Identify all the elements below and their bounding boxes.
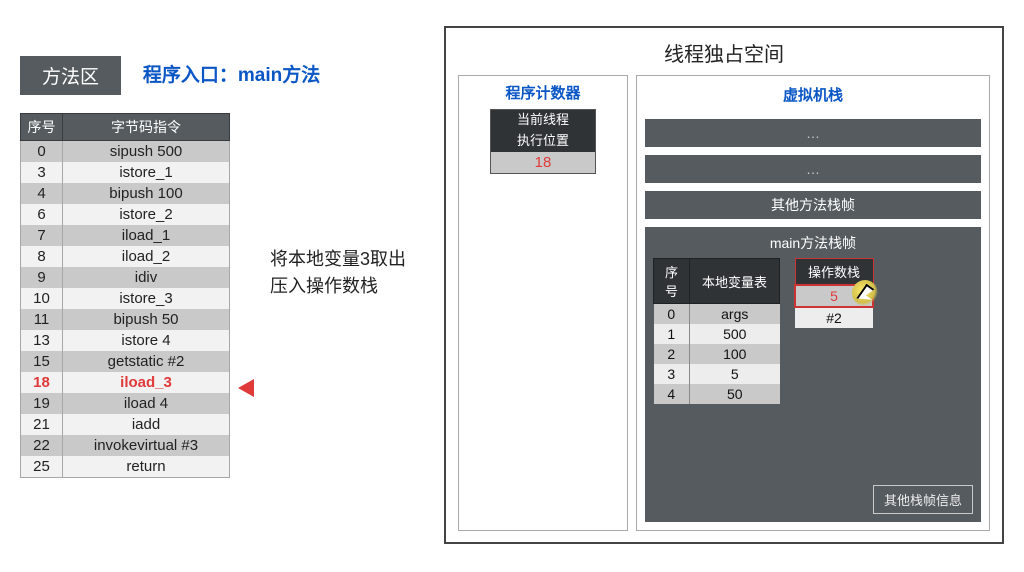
opstack-row: 5 [795,285,873,307]
locals-idx: 2 [654,344,690,364]
locals-idx: 4 [654,384,690,404]
bytecode-idx: 0 [21,141,63,163]
bytecode-instr: sipush 500 [63,141,230,163]
bytecode-idx: 10 [21,288,63,309]
thread-panel: 线程独占空间 程序计数器 当前线程 执行位置 18 虚拟机栈 … … 其他方法栈… [444,26,1004,544]
opstack-row: #2 [795,307,873,328]
bytecode-row: 8iload_2 [21,246,230,267]
locals-col-idx: 序号 [654,259,690,304]
pc-hdr2: 执行位置 [491,131,595,152]
bytecode-row: 25return [21,456,230,478]
col-instr: 字节码指令 [63,114,230,141]
bytecode-idx: 11 [21,309,63,330]
bytecode-row: 19iload 4 [21,393,230,414]
pc-inner: 当前线程 执行位置 18 [490,109,596,174]
opstack-val: #2 [795,307,873,328]
locals-val: 5 [690,364,780,384]
locals-col-name: 本地变量表 [690,259,780,304]
bytecode-instr: bipush 100 [63,183,230,204]
current-instruction-pointer-icon [238,379,254,397]
thread-panel-title: 线程独占空间 [446,28,1002,75]
bytecode-row: 22invokevirtual #3 [21,435,230,456]
locals-idx: 3 [654,364,690,384]
entry-label: 程序入口：main方法 [143,56,320,87]
bytecode-idx: 8 [21,246,63,267]
bytecode-instr: istore_3 [63,288,230,309]
annotation-line2: 压入操作数栈 [270,273,406,300]
opstack-val: 5 [795,285,873,307]
locals-val: args [690,304,780,325]
operand-stack-wrap: 操作数栈 5#2 [794,258,874,328]
opstack-header: 操作数栈 [795,259,873,286]
left-panel: 方法区 程序入口：main方法 序号 字节码指令 0sipush 5003ist… [20,56,440,478]
main-frame: main方法栈帧 序号 本地变量表 0args1500210035450 [645,227,981,522]
locals-val: 500 [690,324,780,344]
bytecode-idx: 4 [21,183,63,204]
bytecode-idx: 7 [21,225,63,246]
bytecode-instr: invokevirtual #3 [63,435,230,456]
bytecode-idx: 21 [21,414,63,435]
bytecode-instr: return [63,456,230,478]
bytecode-instr: istore 4 [63,330,230,351]
locals-row: 0args [654,304,780,325]
bytecode-row: 15getstatic #2 [21,351,230,372]
locals-row: 35 [654,364,780,384]
bytecode-table: 序号 字节码指令 0sipush 5003istore_14bipush 100… [20,113,230,478]
bytecode-idx: 13 [21,330,63,351]
bytecode-idx: 15 [21,351,63,372]
bytecode-instr: iload_2 [63,246,230,267]
locals-idx: 1 [654,324,690,344]
locals-row: 2100 [654,344,780,364]
bytecode-row: 13istore 4 [21,330,230,351]
locals-val: 50 [690,384,780,404]
bytecode-idx: 3 [21,162,63,183]
bytecode-instr: bipush 50 [63,309,230,330]
pc-value: 18 [491,152,595,173]
bytecode-row: 4bipush 100 [21,183,230,204]
locals-idx: 0 [654,304,690,325]
other-stack-info: 其他栈帧信息 [873,485,973,514]
method-area-tag: 方法区 [20,56,121,95]
bytecode-row: 9idiv [21,267,230,288]
bytecode-row: 10istore_3 [21,288,230,309]
vm-stack-title: 虚拟机栈 [645,84,981,105]
bytecode-idx: 18 [21,372,63,393]
bytecode-instr: istore_1 [63,162,230,183]
annotation-line1: 将本地变量3取出 [270,246,406,273]
bytecode-instr: iload_3 [63,372,230,393]
locals-table: 序号 本地变量表 0args1500210035450 [653,258,780,404]
other-frames-label: 其他方法栈帧 [645,191,981,219]
bytecode-instr: idiv [63,267,230,288]
annotation-text: 将本地变量3取出 压入操作数栈 [270,246,406,300]
bytecode-instr: getstatic #2 [63,351,230,372]
bytecode-idx: 25 [21,456,63,478]
locals-row: 1500 [654,324,780,344]
operand-stack-table: 操作数栈 5#2 [794,258,874,328]
bytecode-idx: 22 [21,435,63,456]
bytecode-row: 7iload_1 [21,225,230,246]
bytecode-instr: iload 4 [63,393,230,414]
bytecode-idx: 19 [21,393,63,414]
bytecode-row: 6istore_2 [21,204,230,225]
bytecode-row: 18iload_3 [21,372,230,393]
pc-title: 程序计数器 [465,82,621,103]
stack-ellipsis-1: … [645,119,981,147]
pc-hdr1: 当前线程 [491,110,595,131]
bytecode-row: 3istore_1 [21,162,230,183]
vm-stack-box: 虚拟机栈 … … 其他方法栈帧 main方法栈帧 序号 本地变量表 0args1… [636,75,990,531]
bytecode-row: 21iadd [21,414,230,435]
bytecode-row: 11bipush 50 [21,309,230,330]
stack-ellipsis-2: … [645,155,981,183]
bytecode-instr: iload_1 [63,225,230,246]
main-frame-title: main方法栈帧 [653,233,973,253]
bytecode-row: 0sipush 500 [21,141,230,163]
col-idx: 序号 [21,114,63,141]
locals-row: 450 [654,384,780,404]
locals-val: 100 [690,344,780,364]
bytecode-instr: iadd [63,414,230,435]
bytecode-idx: 6 [21,204,63,225]
bytecode-idx: 9 [21,267,63,288]
bytecode-instr: istore_2 [63,204,230,225]
program-counter-box: 程序计数器 当前线程 执行位置 18 [458,75,628,531]
